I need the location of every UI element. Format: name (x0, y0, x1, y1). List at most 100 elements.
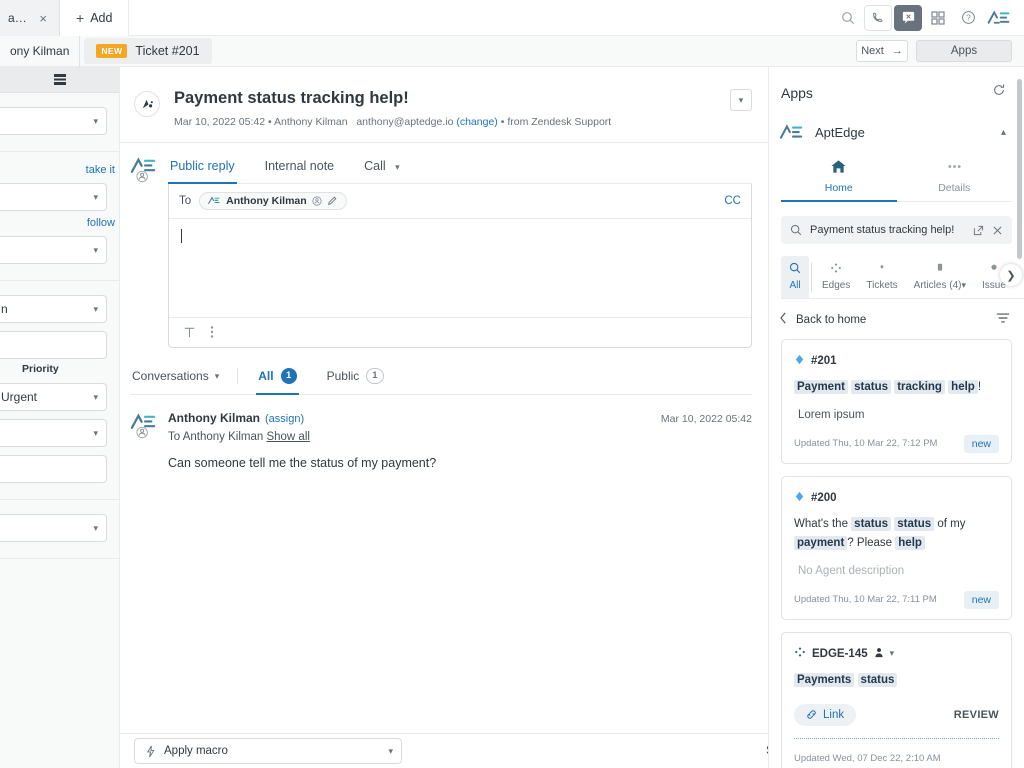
text-format-icon[interactable] (183, 326, 196, 339)
keyword-plain: ! (977, 381, 982, 393)
status-badge[interactable]: new (963, 434, 999, 453)
result-card-ticket-200[interactable]: #200 What's the status status of my paym… (781, 475, 1012, 620)
tab-public[interactable]: Public 1 (325, 367, 386, 395)
card-id-row: EDGE-145 ▾ (794, 645, 999, 663)
priority-label: Priority (22, 363, 59, 375)
refresh-icon[interactable] (992, 83, 1006, 102)
priority-select[interactable]: Urgent ▾ (0, 383, 107, 411)
tab-public-reply[interactable]: Public reply (168, 155, 237, 184)
tab-public-label: Public (326, 368, 360, 383)
card-footer: Link REVIEW (794, 703, 999, 726)
chevron-left-icon[interactable] (779, 311, 788, 329)
back-to-home-label[interactable]: Back to home (796, 314, 866, 326)
extra-select[interactable]: ▾ (0, 419, 107, 447)
divider (237, 368, 239, 385)
follow-link[interactable]: follow (0, 215, 119, 232)
ticket-tab-label: Ticket #201 (135, 44, 200, 58)
filter-tickets[interactable]: Tickets (858, 256, 905, 298)
tab-call[interactable]: Call ▾ (362, 155, 402, 184)
follower-select[interactable]: ▾ (0, 236, 107, 264)
avatar (130, 155, 158, 185)
show-all-link[interactable]: Show all (266, 431, 309, 443)
next-button[interactable]: Next → (856, 40, 908, 62)
apps-search-field[interactable]: Payment status tracking help! (781, 216, 1012, 244)
svg-text:?: ? (966, 14, 971, 23)
chat-icon[interactable] (894, 4, 922, 31)
assign-link[interactable]: (assign) (265, 413, 304, 425)
link-button[interactable]: Link (794, 703, 857, 726)
apply-macro-select[interactable]: Apply macro ▾ (134, 738, 402, 764)
message-body: Anthony Kilman (assign) Mar 10, 2022 05:… (168, 411, 752, 470)
back-to-home-row: Back to home (769, 299, 1024, 339)
app-aptedge-header[interactable]: AptEdge ▴ (769, 102, 1024, 141)
chevron-down-icon[interactable]: ▾ (890, 648, 895, 659)
recipient-chip[interactable]: Anthony Kilman (199, 191, 347, 210)
apps-grid-icon[interactable] (924, 5, 952, 31)
card-id: #201 (811, 355, 837, 367)
tab-internal-note[interactable]: Internal note (263, 155, 337, 184)
reply-textarea[interactable] (169, 219, 751, 317)
cc-button[interactable]: CC (724, 195, 741, 207)
card-id-row: #201 (794, 352, 999, 370)
divider (811, 263, 812, 291)
status-badge: NEW (96, 44, 128, 58)
tab-label: acki... (8, 11, 30, 25)
brand-select[interactable]: ▾ (0, 107, 107, 135)
take-it-link[interactable]: take it (0, 162, 119, 179)
card-keywords: Payment status tracking help! (794, 378, 999, 397)
result-card-ticket-201[interactable]: #201 Payment status tracking help! Lorem… (781, 339, 1012, 464)
close-icon[interactable]: × (39, 11, 47, 26)
sidebar-collapse-handle[interactable] (0, 67, 119, 93)
chevron-down-icon: ▾ (214, 370, 220, 381)
filter-all[interactable]: All (781, 256, 809, 298)
extra-text-input[interactable] (0, 455, 107, 483)
text-caret (181, 228, 182, 243)
ticket-options-button[interactable]: ▾ (730, 89, 752, 111)
to-label: To (179, 194, 192, 207)
user-icon[interactable] (874, 645, 884, 663)
chevron-down-icon: ▾ (93, 303, 98, 314)
composer-body: Public reply Internal note Call ▾ To Ant… (168, 155, 752, 348)
chevron-down-icon: ▾ (395, 161, 400, 172)
arrow-right-icon: → (891, 45, 903, 57)
filters-scroll-right-icon[interactable]: ❯ (1000, 264, 1022, 286)
assignee-select[interactable]: ▾ (0, 183, 107, 211)
clear-search-icon[interactable] (992, 225, 1003, 236)
aptedge-logo-icon[interactable] (984, 5, 1014, 31)
chevron-down-icon[interactable]: ▾ (961, 280, 966, 290)
home-icon (781, 159, 897, 177)
open-external-icon[interactable] (973, 225, 984, 236)
search-icon[interactable] (834, 5, 862, 31)
ticket-tab-201[interactable]: NEW Ticket #201 (84, 38, 212, 64)
composer-box: To Anthony Kilman CC (168, 183, 752, 348)
keyword-plain: What's the (794, 517, 848, 530)
tab-home[interactable]: Home (781, 159, 897, 202)
text-input-field[interactable] (0, 331, 107, 359)
help-icon[interactable]: ? (954, 5, 982, 31)
change-email-link[interactable]: (change) (456, 116, 497, 128)
customer-name-tab[interactable]: ony Kilman (0, 35, 81, 67)
conversations-selector[interactable]: Conversations ▾ (132, 369, 219, 392)
tab-all[interactable]: All 1 (256, 367, 299, 395)
tags-select[interactable]: ▾ (0, 514, 107, 542)
ellipsis-icon (897, 159, 1013, 177)
add-tab-button[interactable]: + Add (60, 0, 130, 36)
tab-details[interactable]: Details (897, 159, 1013, 202)
chevron-up-icon[interactable]: ▴ (1001, 127, 1006, 138)
filter-articles[interactable]: Articles (4)▾ (906, 256, 974, 298)
sidebar-field-type: n ▾ (0, 291, 119, 327)
filter-icon[interactable] (996, 311, 1010, 329)
keyword-plain: ? (847, 536, 854, 549)
keyword: status (851, 516, 892, 531)
apps-button[interactable]: Apps (916, 40, 1012, 62)
card-description: No Agent description (798, 564, 905, 577)
result-card-edge-145[interactable]: EDGE-145 ▾ Payments status Link REVIEW U… (781, 631, 1012, 768)
status-badge[interactable]: new (963, 590, 999, 609)
type-select[interactable]: n ▾ (0, 295, 107, 323)
filter-edges[interactable]: Edges (814, 256, 858, 298)
browser-tab-tracking[interactable]: acki... × (0, 0, 60, 36)
ticket-properties-sidebar: ▾ take it ▾ follow ▾ n ▾ Priority Urgent… (0, 67, 120, 768)
more-options-icon[interactable] (210, 325, 214, 339)
apps-panel-scrollbar[interactable] (1017, 79, 1022, 259)
phone-icon[interactable] (864, 4, 892, 31)
